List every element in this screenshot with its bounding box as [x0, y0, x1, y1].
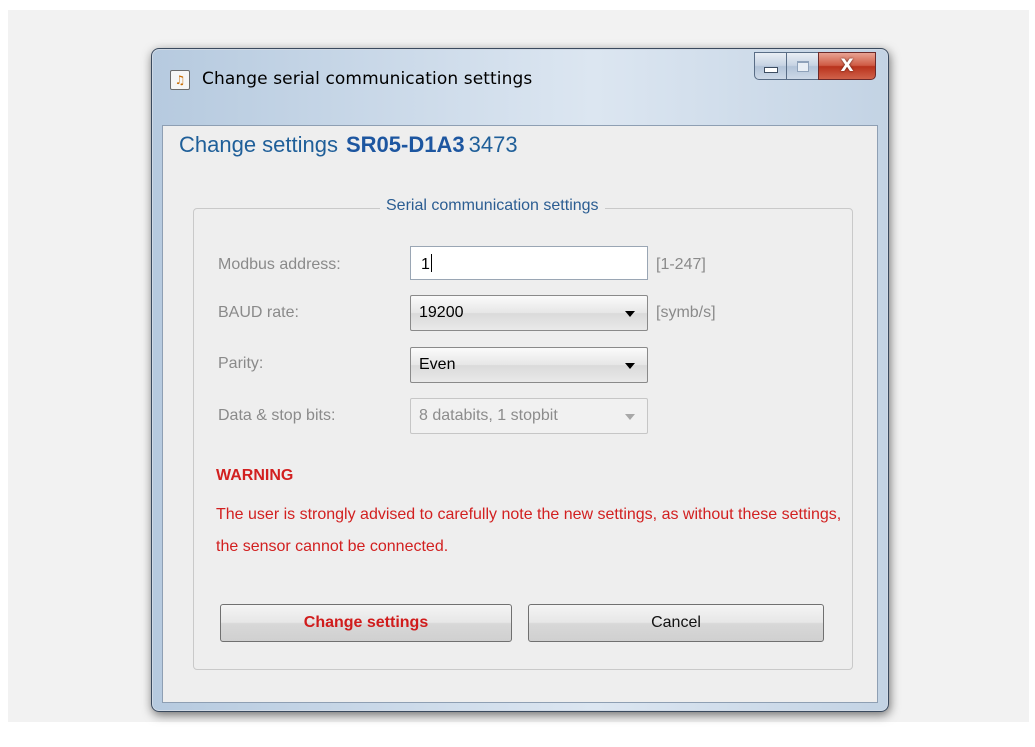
page-title: Change settings SR05-D1A3 3473 [179, 132, 518, 158]
parity-value: Even [419, 356, 456, 373]
modbus-address-input[interactable]: 1 [410, 246, 648, 280]
close-button[interactable]: X [818, 52, 876, 80]
data-stop-bits-label: Data & stop bits: [218, 407, 336, 424]
data-stop-bits-value: 8 databits, 1 stopbit [419, 407, 558, 424]
modbus-address-range: [1-247] [656, 256, 706, 273]
dialog-window: ♫ Change serial communication settings X… [151, 48, 889, 712]
baud-rate-value: 19200 [419, 304, 464, 321]
text-caret [430, 254, 432, 272]
modbus-address-value: 1 [421, 256, 430, 273]
close-icon: X [840, 56, 854, 76]
group-title: Serial communication settings [380, 197, 605, 215]
change-settings-button[interactable]: Change settings [220, 604, 512, 642]
data-stop-bits-select: 8 databits, 1 stopbit [410, 398, 648, 434]
title-bar[interactable]: ♫ Change serial communication settings X [152, 49, 888, 125]
chevron-down-icon [625, 311, 635, 317]
heading-model: SR05-D1A3 [346, 132, 465, 157]
maximize-button[interactable] [786, 52, 818, 80]
warning-title: WARNING [216, 467, 294, 484]
baud-rate-select[interactable]: 19200 [410, 295, 648, 331]
baud-rate-unit: [symb/s] [656, 304, 716, 321]
settings-group: Serial communication settings Modbus add… [193, 197, 853, 670]
baud-rate-label: BAUD rate: [218, 304, 299, 321]
parity-select[interactable]: Even [410, 347, 648, 383]
window-title: Change serial communication settings [202, 69, 533, 89]
minimize-icon [763, 67, 778, 73]
heading-prefix: Change settings [179, 132, 338, 157]
warning-text: The user is strongly advised to carefull… [216, 506, 842, 555]
minimize-button[interactable] [754, 52, 786, 80]
dialog-content: Change settings SR05-D1A3 3473 Serial comm… [162, 125, 878, 703]
chevron-down-icon [625, 414, 635, 420]
window-controls: X [754, 52, 876, 80]
chevron-down-icon [625, 363, 635, 369]
heading-serial: 3473 [468, 132, 518, 157]
java-app-icon: ♫ [170, 70, 190, 90]
modbus-address-label: Modbus address: [218, 256, 341, 273]
cancel-button[interactable]: Cancel [528, 604, 824, 642]
maximize-icon [796, 60, 809, 72]
parity-label: Parity: [218, 355, 264, 372]
